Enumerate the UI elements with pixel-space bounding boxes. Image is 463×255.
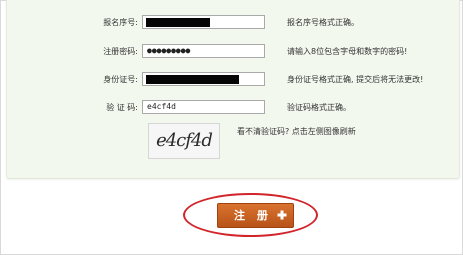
id-number-label: 身份证号: — [103, 75, 138, 84]
password-label: 注册密码: — [103, 47, 138, 56]
redacted-value — [146, 18, 210, 27]
application-number-hint: 报名序号格式正确。 — [287, 18, 359, 27]
captcha-hint: 验证码格式正确。 — [287, 103, 351, 112]
captcha-input-value: e4cf4d — [147, 102, 176, 111]
application-number-label: 报名序号: — [103, 18, 138, 27]
plus-icon — [277, 210, 287, 220]
application-number-input[interactable] — [142, 15, 265, 29]
password-value: ●●●●●●●●● — [147, 46, 191, 55]
register-button-label: 注 册 — [234, 209, 272, 222]
registration-form: 报名序号: 报名序号格式正确。 注册密码: ●●●●●●●●● 请输入8位包含字… — [6, 0, 460, 179]
captcha-input[interactable]: e4cf4d — [142, 100, 265, 114]
redacted-value — [146, 75, 239, 84]
captcha-label: 验 证 码: — [106, 103, 138, 112]
password-input[interactable]: ●●●●●●●●● — [142, 44, 265, 58]
id-number-hint: 身份证号格式正确, 提交后将无法更改! — [287, 75, 424, 84]
password-hint: 请输入8位包含字母和数字的密码! — [287, 47, 408, 56]
captcha-refresh-tip: 看不清验证码? 点击左侧图像刷新 — [237, 127, 356, 136]
captcha-image[interactable]: e4cf4d — [148, 123, 220, 159]
id-number-input[interactable] — [142, 72, 265, 86]
register-button[interactable]: 注 册 — [217, 203, 294, 228]
captcha-image-text: e4cf4d — [156, 130, 213, 151]
